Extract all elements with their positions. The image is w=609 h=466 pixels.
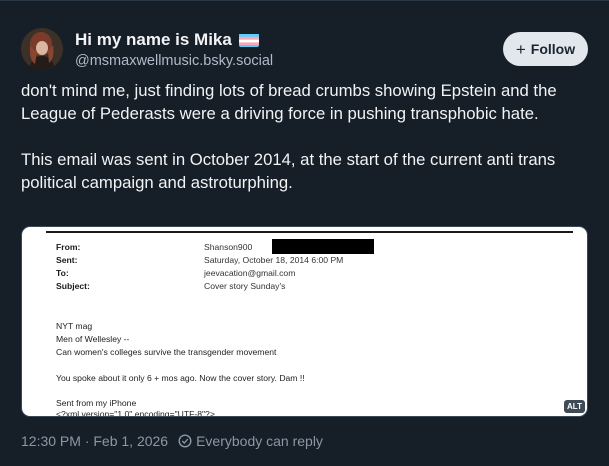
embedded-image[interactable]: From: Shanson900 Sent: Saturday, October…	[21, 226, 588, 417]
flag-stripe	[238, 45, 259, 47]
email-header-value: jeevacation@gmail.com	[204, 268, 296, 278]
email-divider	[46, 231, 573, 233]
author-display-name[interactable]: Hi my name is Mika	[75, 30, 232, 50]
email-body-line: NYT mag	[56, 321, 93, 331]
avatar[interactable]	[21, 28, 63, 70]
post-paragraph: This email was sent in October 2014, at …	[21, 150, 556, 192]
email-header-value: Cover story Sunday's	[204, 281, 286, 291]
email-body-line: Sent from my iPhone	[56, 398, 137, 408]
email-header-label: Subject:	[56, 281, 90, 291]
post-text: don't mind me, just finding lots of brea…	[21, 79, 591, 194]
author-name-row[interactable]: Hi my name is Mika	[75, 30, 259, 50]
email-header-label: Sent:	[56, 255, 78, 265]
avatar-image	[21, 28, 63, 70]
reply-restriction-icon	[178, 434, 192, 448]
email-screenshot: From: Shanson900 Sent: Saturday, October…	[22, 227, 587, 416]
follow-button-label: Follow	[530, 41, 576, 57]
plus-icon: +	[515, 39, 526, 59]
email-body-line: You spoke about it only 6 + mos ago. Now…	[56, 373, 305, 383]
email-header-label: To:	[56, 268, 69, 278]
follow-button[interactable]: + Follow	[503, 32, 588, 66]
email-header-label: From:	[56, 242, 81, 252]
email-header-value: Shanson900	[204, 242, 253, 252]
transgender-flag-icon	[238, 33, 259, 47]
flag-stripe	[238, 36, 259, 40]
flag-stripe	[238, 34, 259, 37]
reply-setting[interactable]: Everybody can reply	[196, 433, 323, 449]
email-body-line: <?xml version="1.0" encoding="UTF-8"?>	[56, 409, 215, 417]
alt-text-badge[interactable]: ALT	[564, 400, 585, 413]
post-paragraph: don't mind me, just finding lots of brea…	[21, 81, 557, 123]
flag-stripe	[238, 39, 259, 43]
post-timestamp[interactable]: 12:30 PM · Feb 1, 2026	[21, 433, 168, 449]
email-header-value: Saturday, October 18, 2014 6:00 PM	[204, 255, 344, 265]
flag-stripe	[238, 42, 259, 46]
redaction-bar	[272, 239, 374, 254]
post-card: Hi my name is Mika @msmaxwellmusic.bsky.…	[0, 0, 609, 466]
email-body-line: Can women's colleges survive the transge…	[56, 347, 277, 357]
post-meta: 12:30 PM · Feb 1, 2026 Everybody can rep…	[21, 433, 323, 449]
email-body-line: Men of Wellesley --	[56, 334, 130, 344]
author-handle[interactable]: @msmaxwellmusic.bsky.social	[75, 53, 273, 69]
